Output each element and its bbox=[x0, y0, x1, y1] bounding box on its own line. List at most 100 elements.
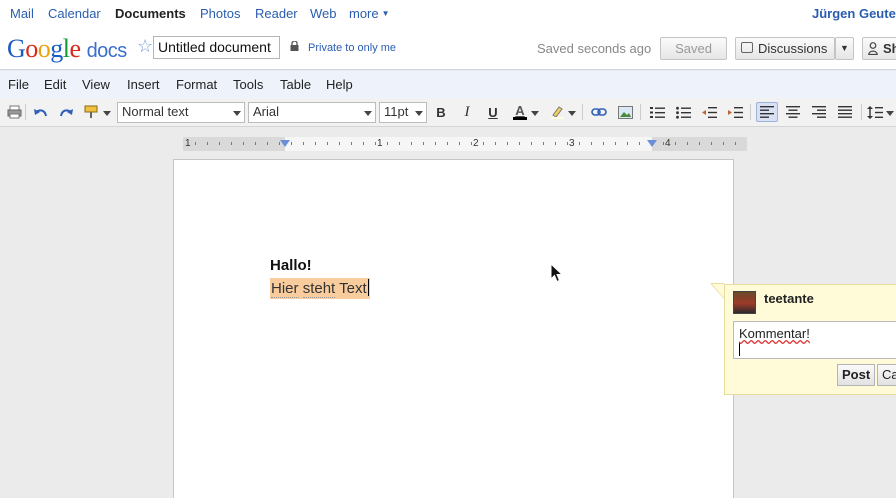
ruler: 1 1 2 3 4 bbox=[183, 137, 747, 151]
menu-help[interactable]: Help bbox=[326, 77, 353, 92]
left-indent-marker[interactable] bbox=[280, 140, 290, 147]
post-button[interactable]: Post bbox=[837, 364, 876, 386]
chevron-down-icon bbox=[364, 111, 372, 116]
service-link-photos[interactable]: Photos bbox=[200, 6, 240, 21]
ruler-tick bbox=[423, 142, 424, 145]
document-heading[interactable]: Hallo! bbox=[270, 257, 312, 274]
service-link-web[interactable]: Web bbox=[310, 6, 337, 21]
document-page[interactable]: Hallo! Hier steht Text bbox=[173, 159, 734, 498]
service-link-more[interactable]: more ▼ bbox=[349, 6, 390, 21]
ruler-tick bbox=[699, 142, 700, 145]
chevron-down-icon[interactable] bbox=[886, 111, 894, 116]
highlighted-text[interactable]: Hier steht Text bbox=[270, 278, 370, 299]
logo-letter: o bbox=[25, 34, 38, 63]
menu-format[interactable]: Format bbox=[176, 77, 217, 92]
align-left-button[interactable] bbox=[756, 102, 778, 122]
bold-icon: B bbox=[436, 104, 446, 120]
ruler-tick bbox=[207, 142, 208, 145]
align-justify-button[interactable] bbox=[834, 102, 856, 122]
font-select[interactable]: Arial bbox=[248, 102, 376, 123]
service-link-calendar[interactable]: Calendar bbox=[48, 6, 101, 21]
discussions-dropdown-button[interactable]: ▼ bbox=[835, 37, 854, 60]
toolbar-divider bbox=[582, 104, 583, 120]
paint-format-button[interactable] bbox=[81, 102, 103, 122]
font-size-value: 11pt bbox=[384, 104, 409, 119]
font-size-select[interactable]: 11pt bbox=[379, 102, 427, 123]
toolbar-divider bbox=[25, 104, 26, 120]
print-button[interactable] bbox=[3, 102, 25, 122]
saved-button[interactable]: Saved bbox=[660, 37, 727, 60]
undo-button[interactable] bbox=[29, 102, 51, 122]
ruler-tick bbox=[675, 142, 676, 145]
ruler-tick bbox=[735, 142, 736, 145]
avatar bbox=[733, 291, 756, 314]
italic-button[interactable]: I bbox=[456, 102, 478, 122]
menu-insert[interactable]: Insert bbox=[127, 77, 160, 92]
ruler-tick bbox=[615, 142, 616, 145]
text-cursor bbox=[739, 342, 740, 356]
ruler-tick bbox=[723, 142, 724, 145]
underline-button[interactable]: U bbox=[482, 102, 504, 122]
ruler-tick bbox=[555, 142, 556, 145]
service-link-reader[interactable]: Reader bbox=[255, 6, 298, 21]
redo-button[interactable] bbox=[55, 102, 77, 122]
chevron-down-icon[interactable] bbox=[568, 111, 576, 116]
ruler-tick bbox=[435, 142, 436, 145]
insert-image-button[interactable] bbox=[614, 102, 636, 122]
align-center-button[interactable] bbox=[782, 102, 804, 122]
text-color-button[interactable]: A bbox=[509, 102, 531, 122]
cancel-button[interactable]: Ca bbox=[877, 364, 896, 386]
paragraph-style-select[interactable]: Normal text bbox=[117, 102, 245, 123]
menu-tools[interactable]: Tools bbox=[233, 77, 263, 92]
line-spacing-button[interactable] bbox=[864, 102, 886, 122]
ruler-tick bbox=[639, 142, 640, 145]
share-button[interactable]: Sh bbox=[862, 37, 896, 60]
ruler-tick bbox=[399, 142, 400, 145]
ruler-tick bbox=[243, 142, 244, 145]
service-link-mail[interactable]: Mail bbox=[10, 6, 34, 21]
align-justify-icon bbox=[838, 106, 852, 118]
chevron-down-icon bbox=[415, 111, 423, 116]
document-title-field[interactable]: Untitled document bbox=[153, 36, 280, 59]
ruler-tick bbox=[219, 142, 220, 145]
service-link-documents[interactable]: Documents bbox=[115, 6, 186, 21]
insert-link-button[interactable] bbox=[588, 102, 610, 122]
ruler-tick bbox=[195, 142, 196, 145]
numbered-list-button[interactable] bbox=[646, 102, 668, 122]
google-docs-logo[interactable]: Google docs bbox=[7, 34, 127, 64]
chevron-down-icon[interactable] bbox=[531, 111, 539, 116]
align-right-button[interactable] bbox=[808, 102, 830, 122]
menu-view[interactable]: View bbox=[82, 77, 110, 92]
line-spacing-icon bbox=[867, 105, 883, 119]
ruler-tick bbox=[483, 142, 484, 145]
privacy-link[interactable]: Private to only me bbox=[308, 42, 396, 54]
discussions-button[interactable]: Discussions bbox=[735, 37, 835, 60]
menu-table[interactable]: Table bbox=[280, 77, 311, 92]
chevron-down-icon: ▼ bbox=[840, 43, 849, 53]
star-icon[interactable]: ☆ bbox=[137, 36, 153, 57]
comment-input[interactable]: Kommentar! bbox=[733, 321, 896, 359]
bulleted-list-button[interactable] bbox=[672, 102, 694, 122]
ruler-tick bbox=[531, 142, 532, 145]
highlight-color-button[interactable] bbox=[546, 102, 568, 122]
doc-header: Google docs ☆ Untitled document Private t… bbox=[0, 28, 896, 70]
italic-icon: I bbox=[464, 103, 470, 120]
menu-edit[interactable]: Edit bbox=[44, 77, 66, 92]
ruler-tick bbox=[543, 142, 544, 145]
text-word: Text bbox=[339, 280, 367, 297]
bold-button[interactable]: B bbox=[430, 102, 452, 122]
increase-indent-button[interactable] bbox=[724, 102, 746, 122]
decrease-indent-button[interactable] bbox=[698, 102, 720, 122]
redo-icon bbox=[59, 109, 73, 117]
logo-letter: l bbox=[62, 34, 70, 63]
ruler-tick bbox=[627, 142, 628, 145]
text-word: Hier bbox=[271, 280, 299, 298]
chevron-down-icon[interactable] bbox=[103, 111, 111, 116]
numbered-list-icon bbox=[649, 106, 665, 118]
logo-letter: o bbox=[37, 34, 51, 63]
image-icon bbox=[617, 105, 633, 119]
menu-file[interactable]: File bbox=[8, 77, 29, 92]
right-indent-marker[interactable] bbox=[647, 140, 657, 147]
comment-text: Kommentar! bbox=[739, 326, 810, 341]
user-name[interactable]: Jürgen Geute bbox=[812, 6, 896, 21]
